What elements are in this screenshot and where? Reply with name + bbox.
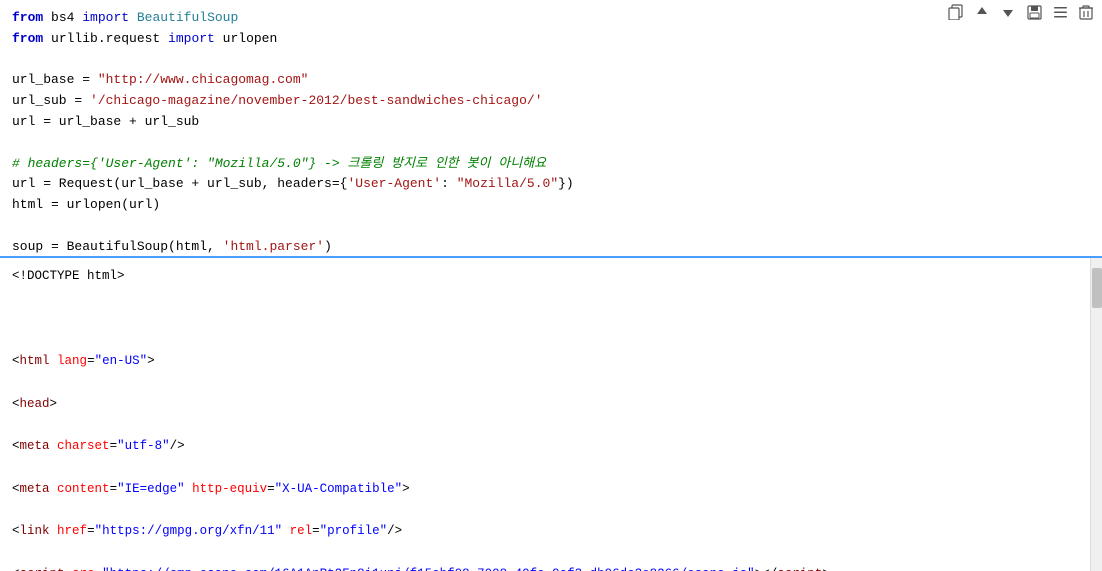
- output-line-1: <!DOCTYPE html>: [12, 266, 1078, 287]
- code-line-10: html = urlopen(url): [12, 197, 160, 212]
- move-up-icon[interactable]: [974, 4, 990, 20]
- code-line-12: soup = BeautifulSoup(html, 'html.parser'…: [12, 239, 332, 254]
- settings-icon[interactable]: [1052, 4, 1068, 20]
- code-line-8: # headers={'User-Agent': "Mozilla/5.0"} …: [12, 156, 546, 171]
- code-line-9: url = Request(url_base + url_sub, header…: [12, 176, 574, 191]
- code-line-2: from urllib.request import urlopen: [12, 31, 277, 46]
- main-container: from bs4 import BeautifulSoup from urlli…: [0, 0, 1102, 571]
- code-line-5: url_sub = '/chicago-magazine/november-20…: [12, 93, 543, 108]
- code-editor-panel: from bs4 import BeautifulSoup from urlli…: [0, 0, 1102, 258]
- code-line-4: url_base = "http://www.chicagomag.com": [12, 72, 308, 87]
- scrollbar-thumb[interactable]: [1092, 268, 1102, 308]
- output-line-6: <meta content="IE=edge" http-equiv="X-UA…: [12, 479, 1078, 500]
- code-line-1: from bs4 import BeautifulSoup: [12, 10, 238, 25]
- output-line-2: [12, 309, 1078, 330]
- output-scrollbar[interactable]: [1090, 258, 1102, 571]
- output-line-3: <html lang="en-US">: [12, 351, 1078, 372]
- output-line-4: <head>: [12, 394, 1078, 415]
- output-line-8: <script src="https://cmp.osano.com/16A1A…: [12, 564, 1078, 571]
- editor-toolbar: [948, 4, 1094, 20]
- move-down-icon[interactable]: [1000, 4, 1016, 20]
- code-content: from bs4 import BeautifulSoup from urlli…: [0, 0, 1102, 258]
- output-line-7: <link href="https://gmpg.org/xfn/11" rel…: [12, 521, 1078, 542]
- output-content: <!DOCTYPE html> <html lang="en-US"> <hea…: [0, 258, 1090, 571]
- copy-icon[interactable]: [948, 4, 964, 20]
- save-icon[interactable]: [1026, 4, 1042, 20]
- code-line-6: url = url_base + url_sub: [12, 114, 199, 129]
- output-panel: <!DOCTYPE html> <html lang="en-US"> <hea…: [0, 258, 1102, 571]
- output-line-5: <meta charset="utf-8"/>: [12, 436, 1078, 457]
- delete-icon[interactable]: [1078, 4, 1094, 20]
